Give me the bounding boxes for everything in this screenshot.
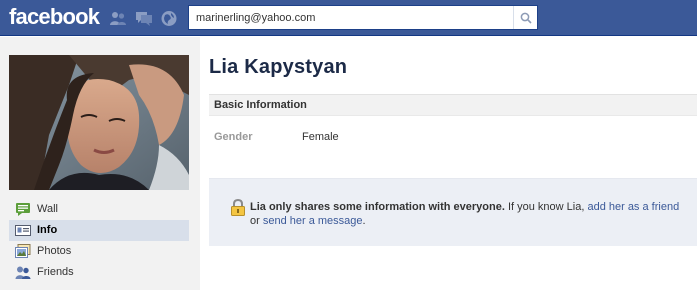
privacy-notice-text1: If you know Lia, <box>504 201 588 213</box>
sidebar-item-label: Friends <box>37 266 74 278</box>
notifications-icon[interactable] <box>160 10 178 27</box>
search-input[interactable] <box>189 6 511 29</box>
gender-label: Gender <box>214 131 253 143</box>
privacy-notice: Lia only shares some information with ev… <box>209 178 697 246</box>
sidebar-item-label: Wall <box>37 203 58 215</box>
top-bar: facebook <box>0 0 697 36</box>
profile-nav: Wall Info Photos Friends <box>9 199 189 283</box>
gender-value: Female <box>302 131 339 143</box>
main-content: Lia Kapystyan Basic Information Gender F… <box>200 37 697 290</box>
lock-icon <box>230 199 246 216</box>
profile-picture[interactable] <box>9 55 189 190</box>
profile-name: Lia Kapystyan <box>209 56 348 78</box>
search-button[interactable] <box>513 6 537 29</box>
info-icon <box>15 223 31 238</box>
friends-icon <box>15 265 31 280</box>
sidebar-item-photos[interactable]: Photos <box>9 241 189 262</box>
friend-requests-icon[interactable] <box>109 10 127 27</box>
search-icon <box>520 12 532 24</box>
left-column: Wall Info Photos Friends <box>0 37 200 290</box>
sidebar-item-label: Info <box>37 224 58 236</box>
messages-icon[interactable] <box>135 10 153 27</box>
search-box <box>188 5 538 30</box>
wall-icon <box>15 202 31 217</box>
basic-information-header: Basic Information <box>209 94 697 116</box>
sidebar-item-friends[interactable]: Friends <box>9 262 189 283</box>
privacy-notice-text2: or <box>250 215 263 227</box>
add-friend-link[interactable]: add her as a friend <box>587 201 679 213</box>
photos-icon <box>15 244 31 259</box>
send-message-link[interactable]: send her a message <box>263 215 363 227</box>
privacy-notice-text: Lia only shares some information with ev… <box>250 200 690 228</box>
facebook-logo[interactable]: facebook <box>9 4 100 30</box>
privacy-notice-text3: . <box>362 215 366 227</box>
sidebar-item-info[interactable]: Info <box>9 220 189 241</box>
sidebar-item-label: Photos <box>37 245 72 257</box>
sidebar-item-wall[interactable]: Wall <box>9 199 189 220</box>
privacy-notice-bold: Lia only shares some information with ev… <box>250 201 505 213</box>
